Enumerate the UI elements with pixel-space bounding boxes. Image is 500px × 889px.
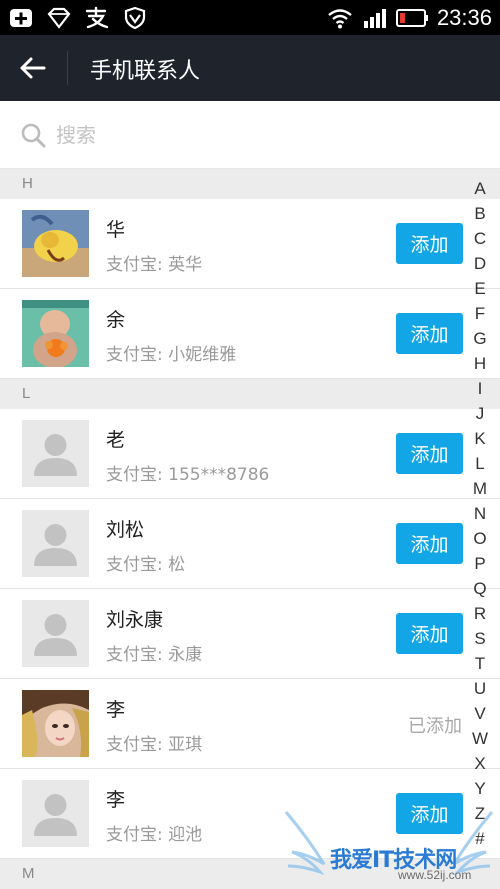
contact-name: 刘永康 [106,609,164,631]
index-letter[interactable]: S [468,626,492,651]
index-letter[interactable]: U [468,676,492,701]
contact-row[interactable]: 李 支付宝: 亚琪 已添加 [0,679,500,769]
index-letter[interactable]: J [468,401,492,426]
alipay-icon [85,6,109,29]
index-letter[interactable]: M [468,476,492,501]
alphabet-index[interactable]: A B C D E F G H I J K L M N O P Q R S T … [468,176,492,851]
default-avatar-icon [22,780,89,847]
section-header-l: L [0,379,500,409]
contact-alipay-account: 支付宝: 小妮维雅 [106,345,237,365]
back-arrow-icon[interactable] [14,51,52,85]
contact-alipay-account: 支付宝: 155***8786 [106,465,270,485]
index-letter[interactable]: H [468,351,492,376]
index-letter[interactable]: A [468,176,492,201]
signal-icon [363,9,386,28]
contact-alipay-account: 支付宝: 迎池 [106,825,203,845]
index-letter[interactable]: K [468,426,492,451]
diamond-icon [47,7,71,29]
search-input[interactable] [56,117,436,153]
contact-list: H 华 支付宝: 英华 添加 余 支付宝: 小妮维雅 添加 L 老 支付宝: 1… [0,169,500,889]
index-letter[interactable]: B [468,201,492,226]
default-avatar-icon [22,510,89,577]
index-letter[interactable]: T [468,651,492,676]
index-letter[interactable]: F [468,301,492,326]
avatar [22,210,89,277]
search-icon [21,123,46,148]
index-letter[interactable]: D [468,251,492,276]
title-bar: 手机联系人 [0,35,500,101]
index-letter[interactable]: V [468,701,492,726]
contact-name: 李 [106,699,126,721]
index-letter[interactable]: C [468,226,492,251]
contact-row[interactable]: 刘永康 支付宝: 永康 添加 [0,589,500,679]
plus-box-icon [10,9,32,27]
status-time: 23:36 [436,5,492,30]
contact-alipay-account: 支付宝: 亚琪 [106,735,203,755]
contact-row[interactable]: 老 支付宝: 155***8786 添加 [0,409,500,499]
contact-name: 刘松 [106,519,145,541]
contact-row[interactable]: 刘松 支付宝: 松 添加 [0,499,500,589]
index-letter[interactable]: O [468,526,492,551]
wifi-icon [328,9,352,29]
page-title: 手机联系人 [90,59,201,84]
default-avatar-icon [22,420,89,487]
search-bar [0,101,500,169]
add-button[interactable]: 添加 [396,433,463,474]
index-letter[interactable]: L [468,451,492,476]
index-letter[interactable]: P [468,551,492,576]
index-letter[interactable]: I [468,376,492,401]
default-avatar-icon [22,600,89,667]
add-button[interactable]: 添加 [396,613,463,654]
contact-row[interactable]: 华 支付宝: 英华 添加 [0,199,500,289]
index-letter[interactable]: R [468,601,492,626]
contact-name: 老 [106,429,126,451]
avatar [22,690,89,757]
section-header-h: H [0,169,500,199]
battery-low-icon [395,9,428,27]
shield-icon [124,6,146,30]
avatar [22,300,89,367]
contact-alipay-account: 支付宝: 松 [106,555,186,575]
add-button[interactable]: 添加 [396,523,463,564]
index-letter[interactable]: X [468,751,492,776]
contact-alipay-account: 支付宝: 永康 [106,645,203,665]
contact-name: 余 [106,309,126,331]
index-letter[interactable]: W [468,726,492,751]
contact-row[interactable]: 余 支付宝: 小妮维雅 添加 [0,289,500,379]
contact-name: 华 [106,219,126,241]
contact-alipay-account: 支付宝: 英华 [106,255,203,275]
add-button[interactable]: 添加 [396,313,463,354]
title-divider [67,51,68,85]
index-letter[interactable]: Q [468,576,492,601]
watermark-url: www.52ij.com [398,868,472,882]
index-letter[interactable]: E [468,276,492,301]
contact-name: 李 [106,789,126,811]
status-bar: 23:36 [0,0,500,35]
added-status: 已添加 [408,716,462,737]
index-letter[interactable]: Y [468,776,492,801]
index-letter[interactable]: G [468,326,492,351]
add-button[interactable]: 添加 [396,223,463,264]
watermark: 我爱IT技术网 www.52ij.com [278,808,500,889]
index-letter[interactable]: N [468,501,492,526]
